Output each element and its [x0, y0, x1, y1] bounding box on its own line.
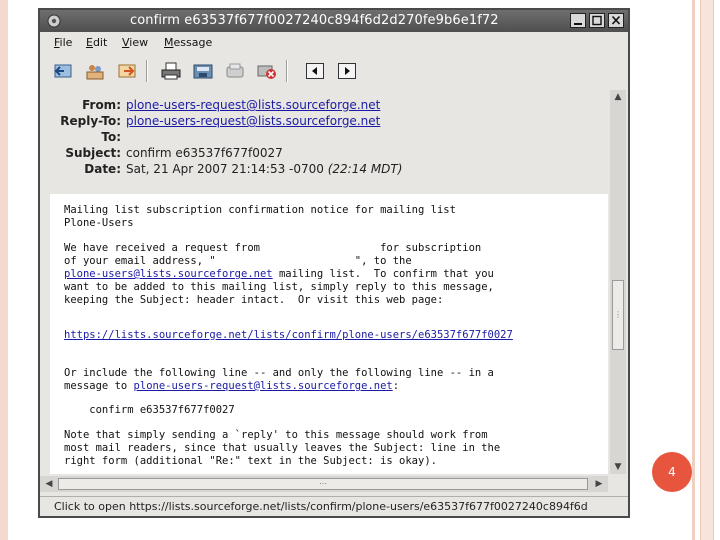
horizontal-scrollbar[interactable]: ◀ ⋯ ▶: [40, 476, 608, 492]
menu-view[interactable]: View: [122, 36, 148, 49]
message-headers: From: plone-users-request@lists.sourcefo…: [40, 90, 608, 190]
reply-button[interactable]: [50, 59, 76, 83]
toolbar-separator-highlight: [287, 60, 288, 82]
vertical-scroll-thumb[interactable]: ⋮: [612, 280, 624, 350]
date-local: (22:14 MDT): [327, 162, 403, 176]
header-from: From: plone-users-request@lists.sourcefo…: [40, 98, 608, 114]
date-text: Sat, 21 Apr 2007 21:14:53 -0700: [126, 162, 324, 176]
slide-left-border: [0, 0, 8, 540]
menu-edit[interactable]: Edit: [86, 36, 107, 49]
close-icon: [611, 15, 621, 25]
page-number-badge: 4: [652, 452, 692, 492]
reply-icon: [54, 64, 72, 78]
menu-message[interactable]: Message: [164, 36, 212, 49]
menu-bar: File Edit View Message: [40, 32, 628, 52]
reply-all-button[interactable]: [82, 59, 108, 83]
header-subject: Subject: confirm e63537f677f0027: [40, 146, 608, 162]
message-body[interactable]: Mailing list subscription confirmation n…: [50, 194, 608, 474]
body-line: We have received a request from for subs…: [64, 242, 482, 254]
reply-all-icon: [86, 65, 104, 80]
toolbar: [40, 56, 628, 86]
request-address-link[interactable]: plone-users-request@lists.sourceforge.ne…: [134, 380, 393, 392]
save-attachments-button[interactable]: [222, 59, 248, 83]
previous-icon: [306, 63, 324, 79]
menu-edit-mnemonic: E: [86, 36, 93, 49]
body-text: :: [392, 380, 400, 392]
subject-label: Subject:: [65, 146, 121, 160]
mail-window: confirm e63537f677f0027240c894f6d2d270fe…: [38, 8, 630, 518]
body-line: confirm e63537f677f0027: [64, 404, 235, 416]
close-button[interactable]: [608, 13, 624, 28]
reply-to-link[interactable]: plone-users-request@lists.sourceforge.ne…: [126, 114, 380, 128]
delete-icon: [257, 65, 276, 79]
date-label: Date:: [84, 162, 121, 176]
header-to: To:: [40, 130, 608, 146]
menu-edit-label: dit: [92, 36, 108, 49]
toolbar-separator-highlight: [147, 60, 148, 82]
from-link[interactable]: plone-users-request@lists.sourceforge.ne…: [126, 98, 380, 112]
reply-to-label: Reply-To:: [60, 114, 121, 128]
forward-icon: [118, 64, 136, 78]
print-icon: [161, 62, 181, 80]
confirm-url-link[interactable]: https://lists.sourceforge.net/lists/conf…: [64, 329, 513, 341]
body-line: message to plone-users-request@lists.sou…: [64, 380, 399, 392]
slide-right-band: [700, 0, 714, 540]
body-line: of your email address, " ", to the: [64, 255, 412, 267]
window-title: confirm e63537f677f0027240c894f6d2d270fe…: [130, 13, 499, 28]
print-button[interactable]: [158, 59, 184, 83]
status-bar: Click to open https://lists.sourceforge.…: [40, 496, 628, 517]
body-line: want to be added to this mailing list, s…: [64, 281, 494, 293]
scroll-down-icon[interactable]: ▼: [611, 460, 625, 474]
to-label: To:: [101, 130, 121, 144]
body-line: plone-users@lists.sourceforge.net mailin…: [64, 268, 494, 280]
title-bar[interactable]: confirm e63537f677f0027240c894f6d2d270fe…: [40, 10, 628, 32]
maximize-icon: [592, 15, 602, 26]
body-line: https://lists.sourceforge.net/lists/conf…: [64, 329, 513, 341]
save-button[interactable]: [190, 59, 216, 83]
body-line: Plone-Users: [64, 217, 134, 229]
header-date: Date: Sat, 21 Apr 2007 21:14:53 -0700 (2…: [40, 162, 608, 178]
maximize-button[interactable]: [589, 13, 605, 28]
body-line: keeping the Subject: header intact. Or v…: [64, 294, 444, 306]
menu-message-mnemonic: M: [164, 36, 174, 49]
previous-button[interactable]: [302, 59, 328, 83]
scroll-left-icon[interactable]: ◀: [42, 477, 56, 491]
menu-message-label: essage: [173, 36, 213, 49]
forward-button[interactable]: [114, 59, 140, 83]
status-text: Click to open https://lists.sourceforge.…: [54, 500, 588, 513]
menu-file[interactable]: File: [54, 36, 72, 49]
minimize-icon: [574, 23, 582, 25]
delete-button[interactable]: [254, 59, 280, 83]
menu-file-label: ile: [59, 36, 73, 49]
next-icon: [338, 63, 356, 79]
scroll-up-icon[interactable]: ▲: [611, 90, 625, 104]
save-attachments-icon: [226, 63, 244, 78]
menu-view-label: iew: [129, 36, 149, 49]
scroll-right-icon[interactable]: ▶: [592, 477, 606, 491]
window-menu-icon[interactable]: [46, 13, 62, 29]
date-value: Sat, 21 Apr 2007 21:14:53 -0700 (22:14 M…: [126, 162, 402, 176]
body-line: Mailing list subscription confirmation n…: [64, 204, 456, 216]
header-reply-to: Reply-To: plone-users-request@lists.sour…: [40, 114, 608, 130]
body-line: Note that simply sending a `reply' to th…: [64, 429, 488, 441]
body-line: Or include the following line -- and onl…: [64, 367, 494, 379]
from-label: From:: [82, 98, 121, 112]
window-client: File Edit View Message From: plone-users…: [40, 32, 628, 516]
vertical-scrollbar[interactable]: ▲ ⋮ ▼: [610, 90, 626, 474]
next-button[interactable]: [334, 59, 360, 83]
minimize-button[interactable]: [570, 13, 586, 28]
body-line: right form (additional "Re:" text in the…: [64, 455, 437, 467]
subject-value: confirm e63537f677f0027: [126, 146, 283, 160]
list-address-link[interactable]: plone-users@lists.sourceforge.net: [64, 268, 273, 280]
slide-right-rail: [692, 0, 695, 540]
save-icon: [193, 64, 213, 79]
body-line: most mail readers, since that usually le…: [64, 442, 501, 454]
body-text: message to: [64, 380, 134, 392]
horizontal-scroll-thumb[interactable]: ⋯: [58, 478, 588, 490]
body-text: mailing list. To confirm that you: [272, 268, 494, 280]
